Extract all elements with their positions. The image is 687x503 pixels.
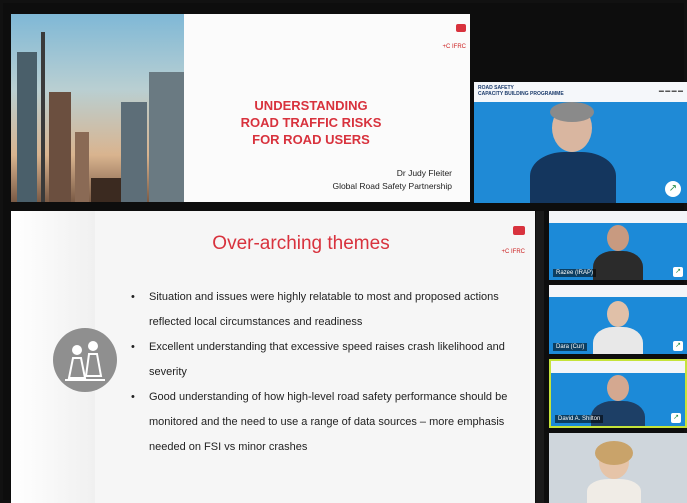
participant-name: Razee (IRAP) (553, 269, 597, 277)
meeting-window: +C IFRC UNDERSTANDING ROAD TRAFFIC RISKS… (0, 0, 687, 503)
participant-tile-2[interactable]: Dara (Cur) ↗ (549, 285, 687, 354)
pin-icon[interactable]: ↗ (665, 181, 681, 197)
participant-tile-1[interactable]: Razee (IRAP) ↗ (549, 211, 687, 280)
pin-icon[interactable]: ↗ (671, 413, 681, 423)
title-line-1: UNDERSTANDING (254, 98, 368, 113)
main-shared-slide[interactable]: Over-arching themes +C IFRC • Situation a… (11, 211, 535, 503)
top-slide-preview[interactable]: +C IFRC UNDERSTANDING ROAD TRAFFIC RISKS… (11, 14, 470, 202)
participant-tile-3-active[interactable]: David A. Shilton ↗ (549, 359, 687, 428)
top-slide-logos: +C IFRC (416, 24, 466, 50)
tile-banner (549, 211, 687, 223)
participant-name: Dara (Cur) (553, 343, 588, 351)
bullet-list: • Situation and issues were highly relata… (129, 285, 525, 460)
pin-icon[interactable]: ↗ (673, 341, 683, 351)
banner-logos: ▬ ▬ ▬ ▬ (658, 88, 683, 94)
slide-title: Over-arching themes (212, 233, 390, 254)
tile-banner (551, 361, 685, 373)
slide-logos: +C IFRC (501, 225, 525, 261)
pin-icon[interactable]: ↗ (673, 267, 683, 277)
title-line-2: ROAD TRAFFIC RISKS (240, 115, 382, 130)
tile-banner (549, 285, 687, 297)
participant-tile-4[interactable] (549, 433, 687, 503)
ifrc-logo-text: +C IFRC (442, 44, 466, 50)
city-photo (11, 14, 184, 202)
people-group-icon (53, 328, 117, 392)
presenter-info: Dr Judy Fleiter Global Road Safety Partn… (332, 167, 452, 193)
slide-ifrc-logo-text: +C IFRC (501, 249, 525, 255)
bullet-text: Good understanding of how high-level roa… (149, 391, 508, 453)
bullet-item: • Excellent understanding that excessive … (131, 341, 505, 378)
banner-line-2: CAPACITY BUILDING PROGRAMME (478, 91, 564, 97)
presenter-organisation: Global Road Safety Partnership (332, 181, 452, 191)
presenter-name: Dr Judy Fleiter (396, 168, 452, 178)
bullet-text: Situation and issues were highly relatab… (149, 291, 499, 328)
title-line-3: FOR ROAD USERS (252, 132, 370, 147)
participant-name: David A. Shilton (555, 415, 604, 423)
video-banner: ROAD SAFETY CAPACITY BUILDING PROGRAMME … (474, 82, 687, 102)
bullet-text: Excellent understanding that excessive s… (149, 341, 505, 378)
top-slide-title: UNDERSTANDING ROAD TRAFFIC RISKS FOR ROA… (221, 97, 401, 148)
speaker-video-top[interactable]: ROAD SAFETY CAPACITY BUILDING PROGRAMME … (474, 82, 687, 203)
panel-divider[interactable] (536, 211, 544, 503)
bullet-item: • Good understanding of how high-level ro… (131, 391, 508, 453)
bullet-item: • Situation and issues were highly relata… (131, 291, 499, 328)
